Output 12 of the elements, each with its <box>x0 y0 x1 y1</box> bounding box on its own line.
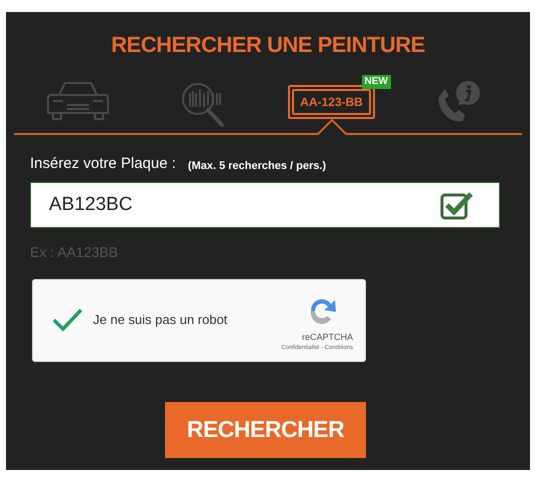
new-badge: NEW <box>362 75 391 89</box>
limit-note: (Max. 5 recherches / pers.) <box>188 159 326 174</box>
captcha-brand: reCAPTCHA <box>302 330 353 344</box>
search-button[interactable]: RECHERCHER <box>165 402 366 458</box>
plate-input-field[interactable]: AB123BC <box>30 182 500 228</box>
car-icon <box>44 79 110 121</box>
panel-title: RECHERCHER UNE PEINTURE <box>111 31 425 59</box>
captcha-label: Je ne suis pas un robot <box>93 311 228 330</box>
search-mode-tab[interactable]: AA-123-BB <box>288 85 375 119</box>
field-label: Insérez votre Plaque : <box>30 154 176 174</box>
search-mode-tab[interactable] <box>44 79 110 121</box>
captcha-check-icon[interactable] <box>51 307 83 333</box>
